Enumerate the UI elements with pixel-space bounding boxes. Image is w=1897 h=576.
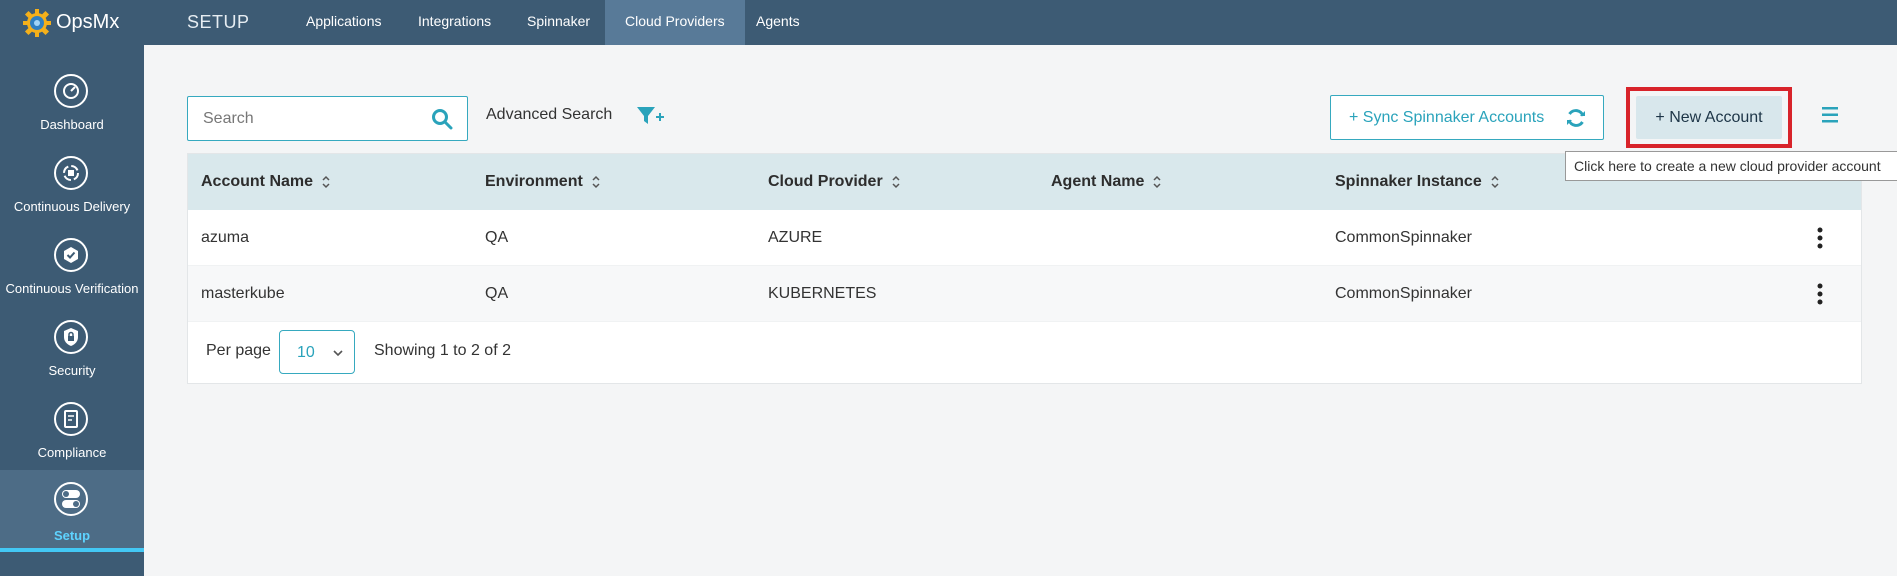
cell-account-name: masterkube	[201, 285, 285, 302]
refresh-icon	[1567, 109, 1585, 127]
sidebar-item-continuous-delivery[interactable]: Continuous Delivery	[0, 149, 144, 231]
column-header-spinnaker-instance[interactable]: Spinnaker Instance	[1335, 154, 1500, 210]
sidebar-item-continuous-verification[interactable]: Continuous Verification	[0, 231, 144, 313]
sort-icon	[592, 175, 600, 188]
tab-applications[interactable]: Applications	[286, 0, 402, 45]
column-header-account-name[interactable]: Account Name	[201, 154, 331, 210]
table-row[interactable]: azuma QA AZURE CommonSpinnaker	[188, 210, 1861, 266]
pagination-info: Showing 1 to 2 of 2	[374, 342, 511, 359]
column-label: Cloud Provider	[768, 173, 883, 190]
cell-cloud-provider: AZURE	[768, 229, 823, 246]
dashboard-icon	[54, 74, 88, 108]
opsmx-logo-icon	[23, 8, 51, 37]
search-box	[187, 96, 468, 141]
sort-icon	[322, 175, 330, 188]
sidebar-item-setup[interactable]: Setup	[0, 470, 144, 552]
filter-add-icon[interactable]	[636, 105, 666, 127]
sidebar-item-label: Continuous Verification	[5, 281, 139, 296]
advanced-search-link[interactable]: Advanced Search	[486, 106, 612, 124]
cell-cloud-provider: KUBERNETES	[768, 285, 877, 302]
column-label: Spinnaker Instance	[1335, 173, 1482, 190]
sidebar-item-compliance[interactable]: Compliance	[0, 395, 144, 477]
cell-spinnaker-instance: CommonSpinnaker	[1335, 285, 1472, 302]
new-account-button[interactable]: + New Account	[1636, 96, 1782, 139]
cell-environment: QA	[485, 229, 509, 246]
tab-integrations[interactable]: Integrations	[398, 0, 511, 45]
search-icon[interactable]	[431, 108, 453, 130]
column-header-agent-name[interactable]: Agent Name	[1051, 154, 1162, 210]
compliance-icon	[54, 402, 88, 436]
app-name: OpsMx	[56, 11, 120, 33]
cell-environment: QA	[485, 285, 509, 302]
column-header-environment[interactable]: Environment	[485, 154, 601, 210]
column-header-cloud-provider[interactable]: Cloud Provider	[768, 154, 901, 210]
tab-spinnaker[interactable]: Spinnaker	[507, 0, 610, 45]
top-navigation-bar: OpsMx SETUP Applications Integrations Sp…	[0, 0, 1897, 45]
sidebar-item-label: Setup	[53, 528, 91, 543]
cell-spinnaker-instance: CommonSpinnaker	[1335, 229, 1472, 246]
per-page-label: Per page	[206, 342, 271, 359]
table-row[interactable]: masterkube QA KUBERNETES CommonSpinnaker	[188, 266, 1861, 322]
lock-shield-icon	[54, 320, 88, 354]
tab-agents[interactable]: Agents	[736, 0, 820, 45]
accounts-table: Account Name Environment Cloud Provider …	[187, 153, 1862, 384]
hamburger-menu-icon[interactable]	[1820, 106, 1840, 124]
cell-account-name: azuma	[201, 229, 250, 246]
active-indicator	[0, 548, 144, 552]
column-label: Environment	[485, 173, 583, 190]
section-title: SETUP	[187, 12, 250, 32]
sort-icon	[892, 175, 900, 188]
sync-button-label: + Sync Spinnaker Accounts	[1349, 109, 1545, 126]
tab-cloud-providers[interactable]: Cloud Providers	[605, 0, 745, 45]
sidebar-item-dashboard[interactable]: Dashboard	[0, 67, 144, 149]
sort-icon	[1153, 175, 1161, 188]
continuous-delivery-icon	[54, 156, 88, 190]
sidebar-item-security[interactable]: Security	[0, 313, 144, 395]
column-label: Agent Name	[1051, 173, 1145, 190]
logo[interactable]: OpsMx	[0, 0, 144, 45]
row-actions-icon[interactable]	[1815, 226, 1825, 250]
chevron-down-icon	[333, 350, 343, 357]
continuous-verification-icon	[54, 238, 88, 272]
per-page-select[interactable]: 10	[279, 330, 355, 374]
column-label: Account Name	[201, 173, 314, 190]
sidebar: Dashboard Continuous Delivery Continuous…	[0, 45, 144, 576]
sidebar-item-label: Compliance	[37, 445, 107, 460]
new-account-tooltip: Click here to create a new cloud provide…	[1565, 151, 1897, 181]
toggle-icon	[54, 482, 88, 516]
search-input[interactable]	[188, 97, 428, 140]
per-page-value: 10	[297, 344, 315, 361]
sidebar-item-label: Dashboard	[40, 117, 104, 132]
sort-icon	[1491, 175, 1499, 188]
pagination: Per page 10 Showing 1 to 2 of 2	[188, 322, 1861, 384]
sync-spinnaker-accounts-button[interactable]: + Sync Spinnaker Accounts	[1330, 95, 1604, 140]
sidebar-item-label: Security	[48, 363, 96, 378]
row-actions-icon[interactable]	[1815, 282, 1825, 306]
sidebar-item-label: Continuous Delivery	[13, 199, 131, 214]
